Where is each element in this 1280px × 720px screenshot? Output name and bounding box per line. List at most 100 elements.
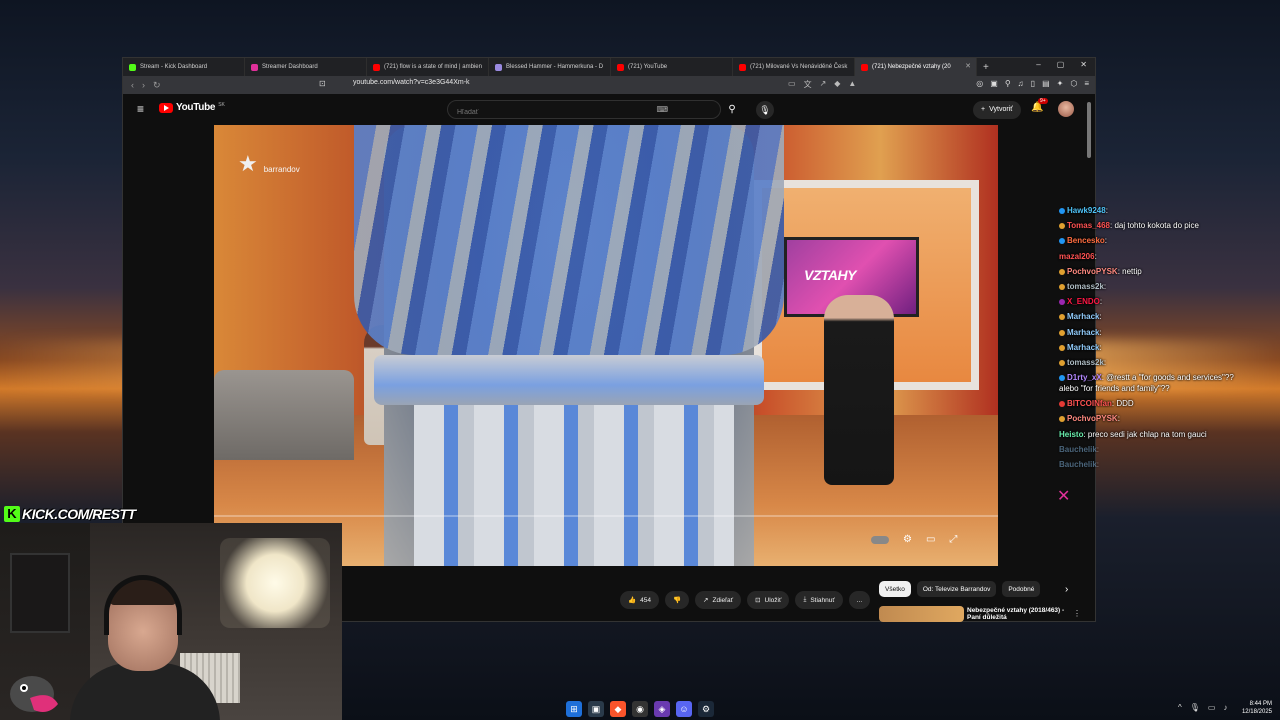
chat-separator: : [1094,251,1097,261]
account-avatar[interactable] [1058,101,1074,117]
system-clock[interactable]: 8:44 PM 12/18/2025 [1238,700,1272,716]
tab-title: Blessed Hammer - Hammerkuna - D [506,64,604,70]
video-actions: 👍 454 👎 ↗ Zdieľať ⊡ Uložiť ⤓ Stiahnuť ... [620,591,871,609]
chat-username: X_ENDO [1067,297,1100,307]
wallet-icon[interactable]: ▤ [1042,79,1050,88]
tab-title: (721) YouTube [628,64,668,70]
tv-show-title: VZTAHY [804,267,856,283]
dislike-button[interactable]: 👎 [664,591,690,609]
scrollbar-thumb[interactable] [1087,102,1091,158]
volume-icon[interactable]: ♪ [1223,703,1227,712]
chat-message: Tomas_468: daj tohto kokota do pice [1059,218,1239,233]
chevron-right-icon[interactable]: › [1065,584,1068,595]
address-actions: ▭ 文 ↗ ◆ ▲ [788,79,856,90]
settings-gear-icon[interactable]: ⚙ [903,534,912,545]
brave-browser-icon[interactable]: ◆ [610,701,626,717]
tab-title: (721) Milované Vs Nenáviděné Česk [750,64,848,70]
search-input[interactable] [448,104,678,121]
browser-tab[interactable]: Stream - Kick Dashboard [123,58,245,76]
chat-username: Hawk9248 [1067,206,1106,215]
close-window-button[interactable]: ✕ [1080,60,1087,69]
obs-icon[interactable]: ◉ [632,701,648,717]
minimize-button[interactable]: – [1036,60,1040,69]
like-button[interactable]: 👍 454 [620,591,659,609]
extension-icon[interactable]: ⚲ [1005,79,1011,88]
browser-tab[interactable]: Blessed Hammer - Hammerkuna - D [489,58,611,76]
cast-icon[interactable]: ▭ [788,79,796,90]
chat-message: tomass2k: [1059,279,1239,294]
youtube-logo[interactable]: YouTube SK [159,102,225,113]
browser-tab[interactable]: (721) Milované Vs Nenáviděné Česk [733,58,855,76]
more-actions-button[interactable]: ... [848,591,871,609]
tray-chevron-icon[interactable]: ^ [1178,703,1182,712]
vpn-icon[interactable]: ⬡ [1070,79,1077,88]
app-icon[interactable]: ◈ [654,701,670,717]
brave-shield-icon[interactable]: ◆ [834,79,840,90]
tab-favicon-icon [861,63,868,71]
recommended-title[interactable]: Nebezpečné vztahy (2018/463) - Paní důle… [967,607,1077,621]
extension-icon[interactable]: ▣ [990,79,998,88]
reload-icon[interactable]: ↻ [153,80,161,91]
keyboard-icon[interactable]: ⌨ [656,105,668,114]
chip-related[interactable]: Podobné [1002,581,1041,597]
fullscreen-icon[interactable]: ⤢ [949,534,957,545]
theater-mode-icon[interactable]: ▭ [926,534,935,545]
music-icon[interactable]: ♫ [1018,79,1024,88]
plus-icon: + [981,106,986,113]
chat-message: PochvoPYSK: nettip [1059,264,1239,279]
forward-icon[interactable]: › [142,80,145,90]
file-explorer-icon[interactable]: ▣ [588,701,604,717]
translate-icon[interactable]: 文 [804,79,812,90]
share-icon[interactable]: ↗ [820,79,827,90]
menu-icon[interactable]: ≡ [1084,79,1089,88]
chat-separator: : [1103,358,1107,368]
chat-text: daj tohto kokota do pice [1114,221,1199,231]
chat-separator: : [1104,236,1108,246]
extension-icon[interactable]: ◎ [976,79,983,88]
chat-separator: : [1099,342,1102,352]
recommended-thumbnail[interactable] [879,606,964,622]
rewards-icon[interactable]: ▲ [848,79,856,90]
close-tab-icon[interactable]: ✕ [965,62,971,70]
browser-tab[interactable]: (721) Nebezpečné vztahy (20 ✕ [855,58,977,76]
search-button[interactable]: ⚲ [721,100,743,119]
chat-badge-icon [1059,416,1065,423]
create-button[interactable]: + Vytvoriť [973,101,1021,119]
maximize-button[interactable]: ▢ [1057,60,1065,69]
bookmark-icon: ⊡ [755,597,761,604]
save-button[interactable]: ⊡ Uložiť [747,591,790,609]
puzzle-icon[interactable]: ✦ [1057,79,1064,88]
download-button[interactable]: ⤓ Stiahnuť [795,591,843,609]
browser-tab[interactable]: (721) YouTube [611,58,733,76]
microphone-tray-icon[interactable]: 🎙 [1190,703,1200,712]
back-icon[interactable]: ‹ [131,80,134,90]
player-controls: ⚙ ▭ ⤢ [871,534,957,545]
browser-tab[interactable]: Streamer Dashboard [245,58,367,76]
chat-username: Bencesko [1067,236,1105,246]
chat-text: DDD [1116,399,1134,409]
windows-start-icon[interactable]: ⊞ [566,701,582,717]
tab-favicon-icon [251,63,258,71]
browser-tab[interactable]: (721) flow is a state of mind | ambien [367,58,489,76]
more-options-icon[interactable]: ⋮ [1073,609,1081,618]
video-progress-bar[interactable] [214,515,998,517]
bookmark-icon[interactable]: ⊡ [319,79,326,88]
chat-message: Marhack: [1059,325,1239,340]
url-field[interactable]: youtube.com/watch?v=c3e3G44Xm-k [353,79,470,86]
recommended-video[interactable]: Nebezpečné vztahy (2018/463) - Paní důle… [879,606,1079,622]
chat-username: Bauchelik [1059,444,1097,454]
video-player[interactable]: VZTAHY ★ barrandov [214,125,998,566]
new-tab-button[interactable]: + [983,62,989,73]
hamburger-menu-icon[interactable]: ≡ [137,102,144,116]
chip-from-channel[interactable]: Od: Televize Barrandov [916,581,997,597]
share-button[interactable]: ↗ Zdieľať [695,591,742,609]
discord-icon[interactable]: ☺ [676,701,692,717]
microphone-icon[interactable]: 🎙 [756,101,774,119]
steam-icon[interactable]: ⚙ [698,701,714,717]
autoplay-toggle[interactable] [871,536,889,544]
chip-all[interactable]: Všetko [879,581,911,597]
network-icon[interactable]: ▭ [1208,703,1216,712]
chat-username: mazal206 [1059,251,1095,261]
youtube-play-icon [159,102,173,113]
sidebar-icon[interactable]: ▯ [1031,79,1035,88]
